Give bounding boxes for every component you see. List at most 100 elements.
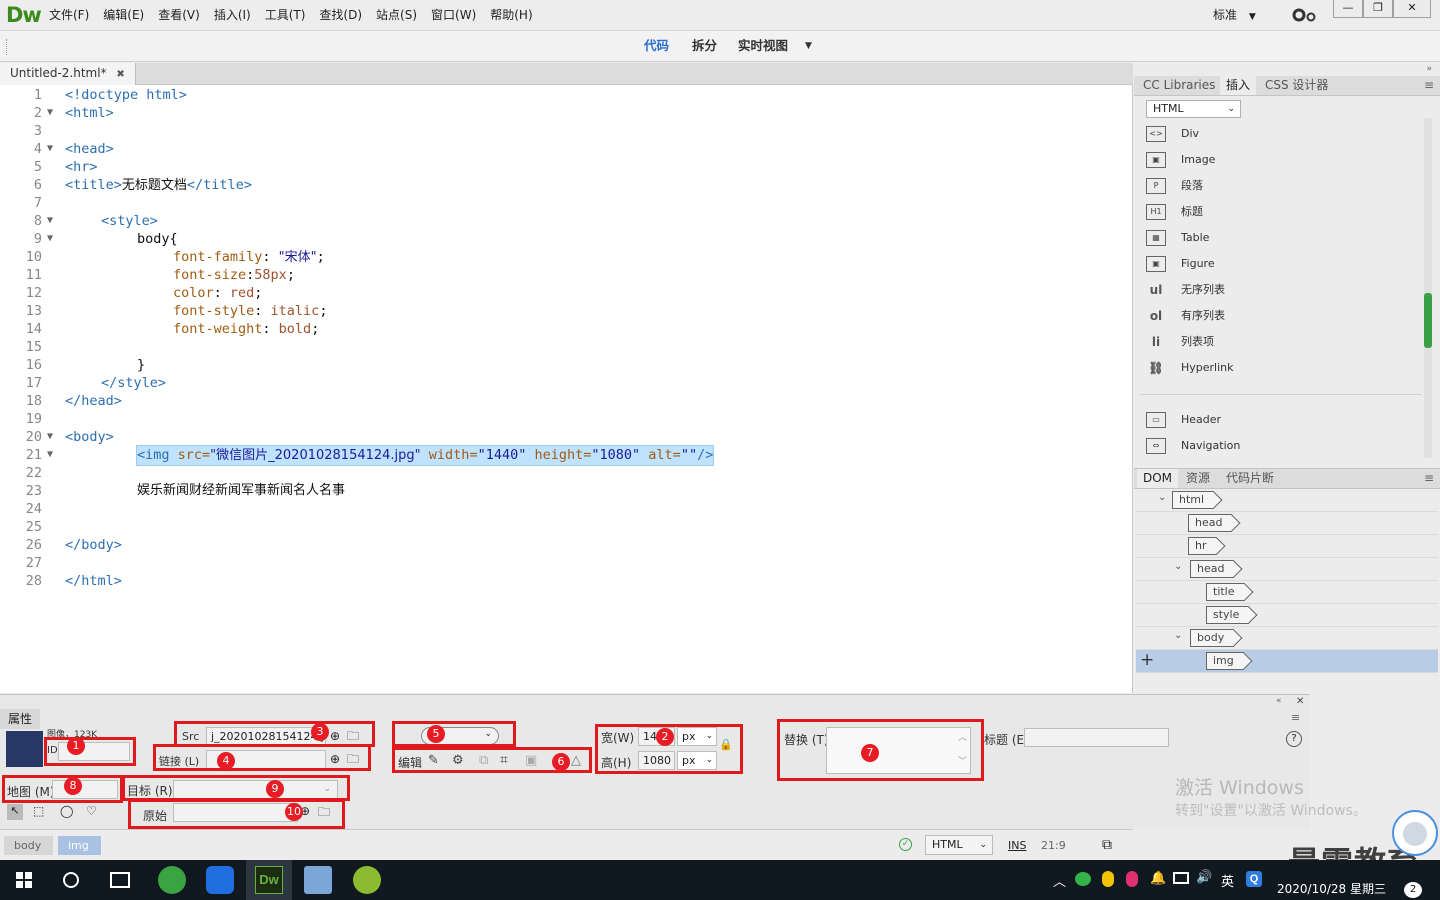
insert-table[interactable]: ▦ Table bbox=[1146, 227, 1209, 249]
document-tab[interactable]: Untitled-2.html* ✖ bbox=[0, 63, 136, 85]
notification-count[interactable]: 2 bbox=[1404, 882, 1422, 898]
media-app-icon[interactable] bbox=[353, 866, 381, 894]
tab-cc-libraries[interactable]: CC Libraries bbox=[1137, 76, 1221, 95]
tab-close-icon[interactable]: ✖ bbox=[116, 69, 124, 80]
doc-type-select[interactable]: HTML ⌄ bbox=[925, 835, 993, 855]
minimize-button[interactable]: — bbox=[1333, 0, 1363, 18]
tab-assets[interactable]: 资源 bbox=[1180, 469, 1216, 488]
wechat-icon[interactable] bbox=[1075, 872, 1091, 886]
activation-watermark: 激活 Windows bbox=[1175, 777, 1304, 799]
panel-menu-icon[interactable]: ≡ bbox=[1291, 711, 1300, 724]
collapse-icon[interactable]: « bbox=[1276, 696, 1282, 706]
tab-dom[interactable]: DOM bbox=[1137, 469, 1179, 488]
menu-site[interactable]: 站点(S) bbox=[369, 0, 424, 31]
insert-li[interactable]: li 列表项 bbox=[1146, 331, 1214, 353]
dom-row[interactable]: ⌄ body bbox=[1136, 627, 1438, 650]
network-icon[interactable] bbox=[1173, 872, 1189, 884]
insert-mode[interactable]: INS bbox=[1008, 839, 1026, 852]
insert-heading[interactable]: H1 标题 bbox=[1146, 201, 1203, 223]
circle-hotspot-icon[interactable]: ◯ bbox=[60, 804, 73, 818]
windows-start-icon[interactable] bbox=[16, 872, 32, 888]
insert-ol[interactable]: ol 有序列表 bbox=[1146, 305, 1225, 327]
rect-hotspot-icon[interactable]: ⬚ bbox=[33, 804, 44, 818]
code-view-button[interactable]: 代码 bbox=[644, 31, 669, 61]
dom-row[interactable]: hr bbox=[1136, 535, 1438, 558]
scrollbar[interactable] bbox=[1424, 118, 1432, 458]
menu-window[interactable]: 窗口(W) bbox=[424, 0, 483, 31]
search-icon[interactable] bbox=[63, 872, 79, 888]
panel-menu-icon[interactable]: ≡ bbox=[1418, 76, 1440, 95]
collapse-icon[interactable]: » bbox=[1426, 64, 1432, 74]
code-line: 4 ▼ <head> bbox=[33, 141, 114, 157]
insert-div[interactable]: <> Div bbox=[1146, 123, 1199, 145]
annotation-badge: 8 bbox=[64, 777, 82, 795]
dom-row[interactable]: ⌄ html bbox=[1136, 489, 1438, 512]
dom-row-selected[interactable]: + img bbox=[1136, 650, 1438, 673]
assistant-avatar[interactable] bbox=[1392, 810, 1438, 856]
menu-insert[interactable]: 插入(I) bbox=[207, 0, 258, 31]
insert-figure[interactable]: ▣ Figure bbox=[1146, 253, 1215, 275]
divider bbox=[1140, 394, 1422, 395]
menu-help[interactable]: 帮助(H) bbox=[483, 0, 539, 31]
insert-navigation[interactable]: ⇔ Navigation bbox=[1146, 435, 1240, 457]
preview-icon[interactable]: ⧉ bbox=[1102, 837, 1112, 853]
volume-icon[interactable]: 🔊 bbox=[1196, 870, 1212, 885]
clock[interactable]: 2020/10/28 星期三 bbox=[1277, 880, 1386, 897]
pointer-tool-icon[interactable]: ↖ bbox=[7, 804, 23, 820]
annotation-box bbox=[2, 775, 123, 803]
tray-chevron-icon[interactable]: ︿ bbox=[1053, 871, 1066, 890]
close-icon[interactable]: ✕ bbox=[1296, 696, 1304, 707]
code-line: 16} bbox=[25, 357, 146, 373]
annotation-badge: 1 bbox=[67, 737, 85, 755]
menu-file[interactable]: 文件(F) bbox=[42, 0, 96, 31]
scrollbar-thumb[interactable] bbox=[1424, 293, 1432, 348]
workspace-switcher[interactable]: 标准 ▼ bbox=[1213, 6, 1256, 23]
dom-row[interactable]: head bbox=[1136, 512, 1438, 535]
add-icon[interactable]: + bbox=[1140, 650, 1154, 670]
annotation-box bbox=[128, 799, 345, 829]
gear-icon[interactable] bbox=[1292, 7, 1320, 23]
dreamweaver-taskbar-icon[interactable]: Dw bbox=[255, 866, 283, 894]
maximize-button[interactable]: ❐ bbox=[1363, 0, 1393, 18]
chevron-down-icon: ⌄ bbox=[1227, 104, 1235, 114]
ime-indicator[interactable]: 英 bbox=[1221, 871, 1234, 890]
chevron-down-icon[interactable]: ▼ bbox=[805, 31, 812, 61]
breadcrumb-img[interactable]: img bbox=[58, 836, 101, 855]
dom-row[interactable]: style bbox=[1136, 604, 1438, 627]
wps-icon[interactable] bbox=[206, 866, 234, 894]
menu-edit[interactable]: 编辑(E) bbox=[96, 0, 151, 31]
tab-css-designer[interactable]: CSS 设计器 bbox=[1259, 76, 1334, 95]
activation-watermark-sub: 转到"设置"以激活 Windows。 bbox=[1175, 803, 1367, 819]
panel-menu-icon[interactable]: ≡ bbox=[1418, 469, 1440, 488]
insert-paragraph[interactable]: P 段落 bbox=[1146, 175, 1203, 197]
poly-hotspot-icon[interactable]: ♡ bbox=[86, 804, 97, 818]
notepad-icon[interactable] bbox=[304, 866, 332, 894]
tab-insert[interactable]: 插入 bbox=[1220, 76, 1257, 95]
notification-bell-icon[interactable]: 🔔 bbox=[1150, 871, 1166, 886]
code-editor[interactable]: 1 <!doctype html> 2 ▼ <html> 3 4 ▼ <head> 5 <h… bbox=[0, 85, 1133, 693]
breadcrumb-body[interactable]: body bbox=[4, 836, 54, 855]
live-view-button[interactable]: 实时视图 bbox=[738, 31, 788, 61]
insert-image[interactable]: ▣ Image bbox=[1146, 149, 1215, 171]
insert-ul[interactable]: ul 无序列表 bbox=[1146, 279, 1225, 301]
dom-row[interactable]: title bbox=[1136, 581, 1438, 604]
status-bar: body img ✓ HTML ⌄ INS 21:9 ⧉ bbox=[0, 829, 1133, 859]
menu-find[interactable]: 查找(D) bbox=[312, 0, 369, 31]
insert-category-select[interactable]: HTML ⌄ bbox=[1146, 100, 1241, 118]
help-icon[interactable]: ? bbox=[1286, 731, 1302, 747]
menu-view[interactable]: 查看(V) bbox=[151, 0, 207, 31]
tab-snippets[interactable]: 代码片断 bbox=[1220, 469, 1280, 488]
insert-header[interactable]: ▭ Header bbox=[1146, 409, 1221, 431]
insert-hyperlink[interactable]: ⛓ Hyperlink bbox=[1146, 357, 1233, 379]
dom-row[interactable]: ⌄ head bbox=[1136, 558, 1438, 581]
baidu-input-icon[interactable]: Q bbox=[1246, 871, 1262, 887]
split-view-button[interactable]: 拆分 bbox=[692, 31, 717, 61]
code-line: 17 </style> bbox=[25, 375, 167, 391]
browser-icon[interactable] bbox=[158, 866, 186, 894]
task-view-icon[interactable] bbox=[110, 872, 130, 888]
qq-icon[interactable] bbox=[1102, 871, 1114, 887]
title-input[interactable] bbox=[1024, 728, 1169, 747]
qq-icon-2[interactable] bbox=[1126, 871, 1138, 887]
close-button[interactable]: ✕ bbox=[1393, 0, 1431, 18]
menu-tools[interactable]: 工具(T) bbox=[258, 0, 313, 31]
